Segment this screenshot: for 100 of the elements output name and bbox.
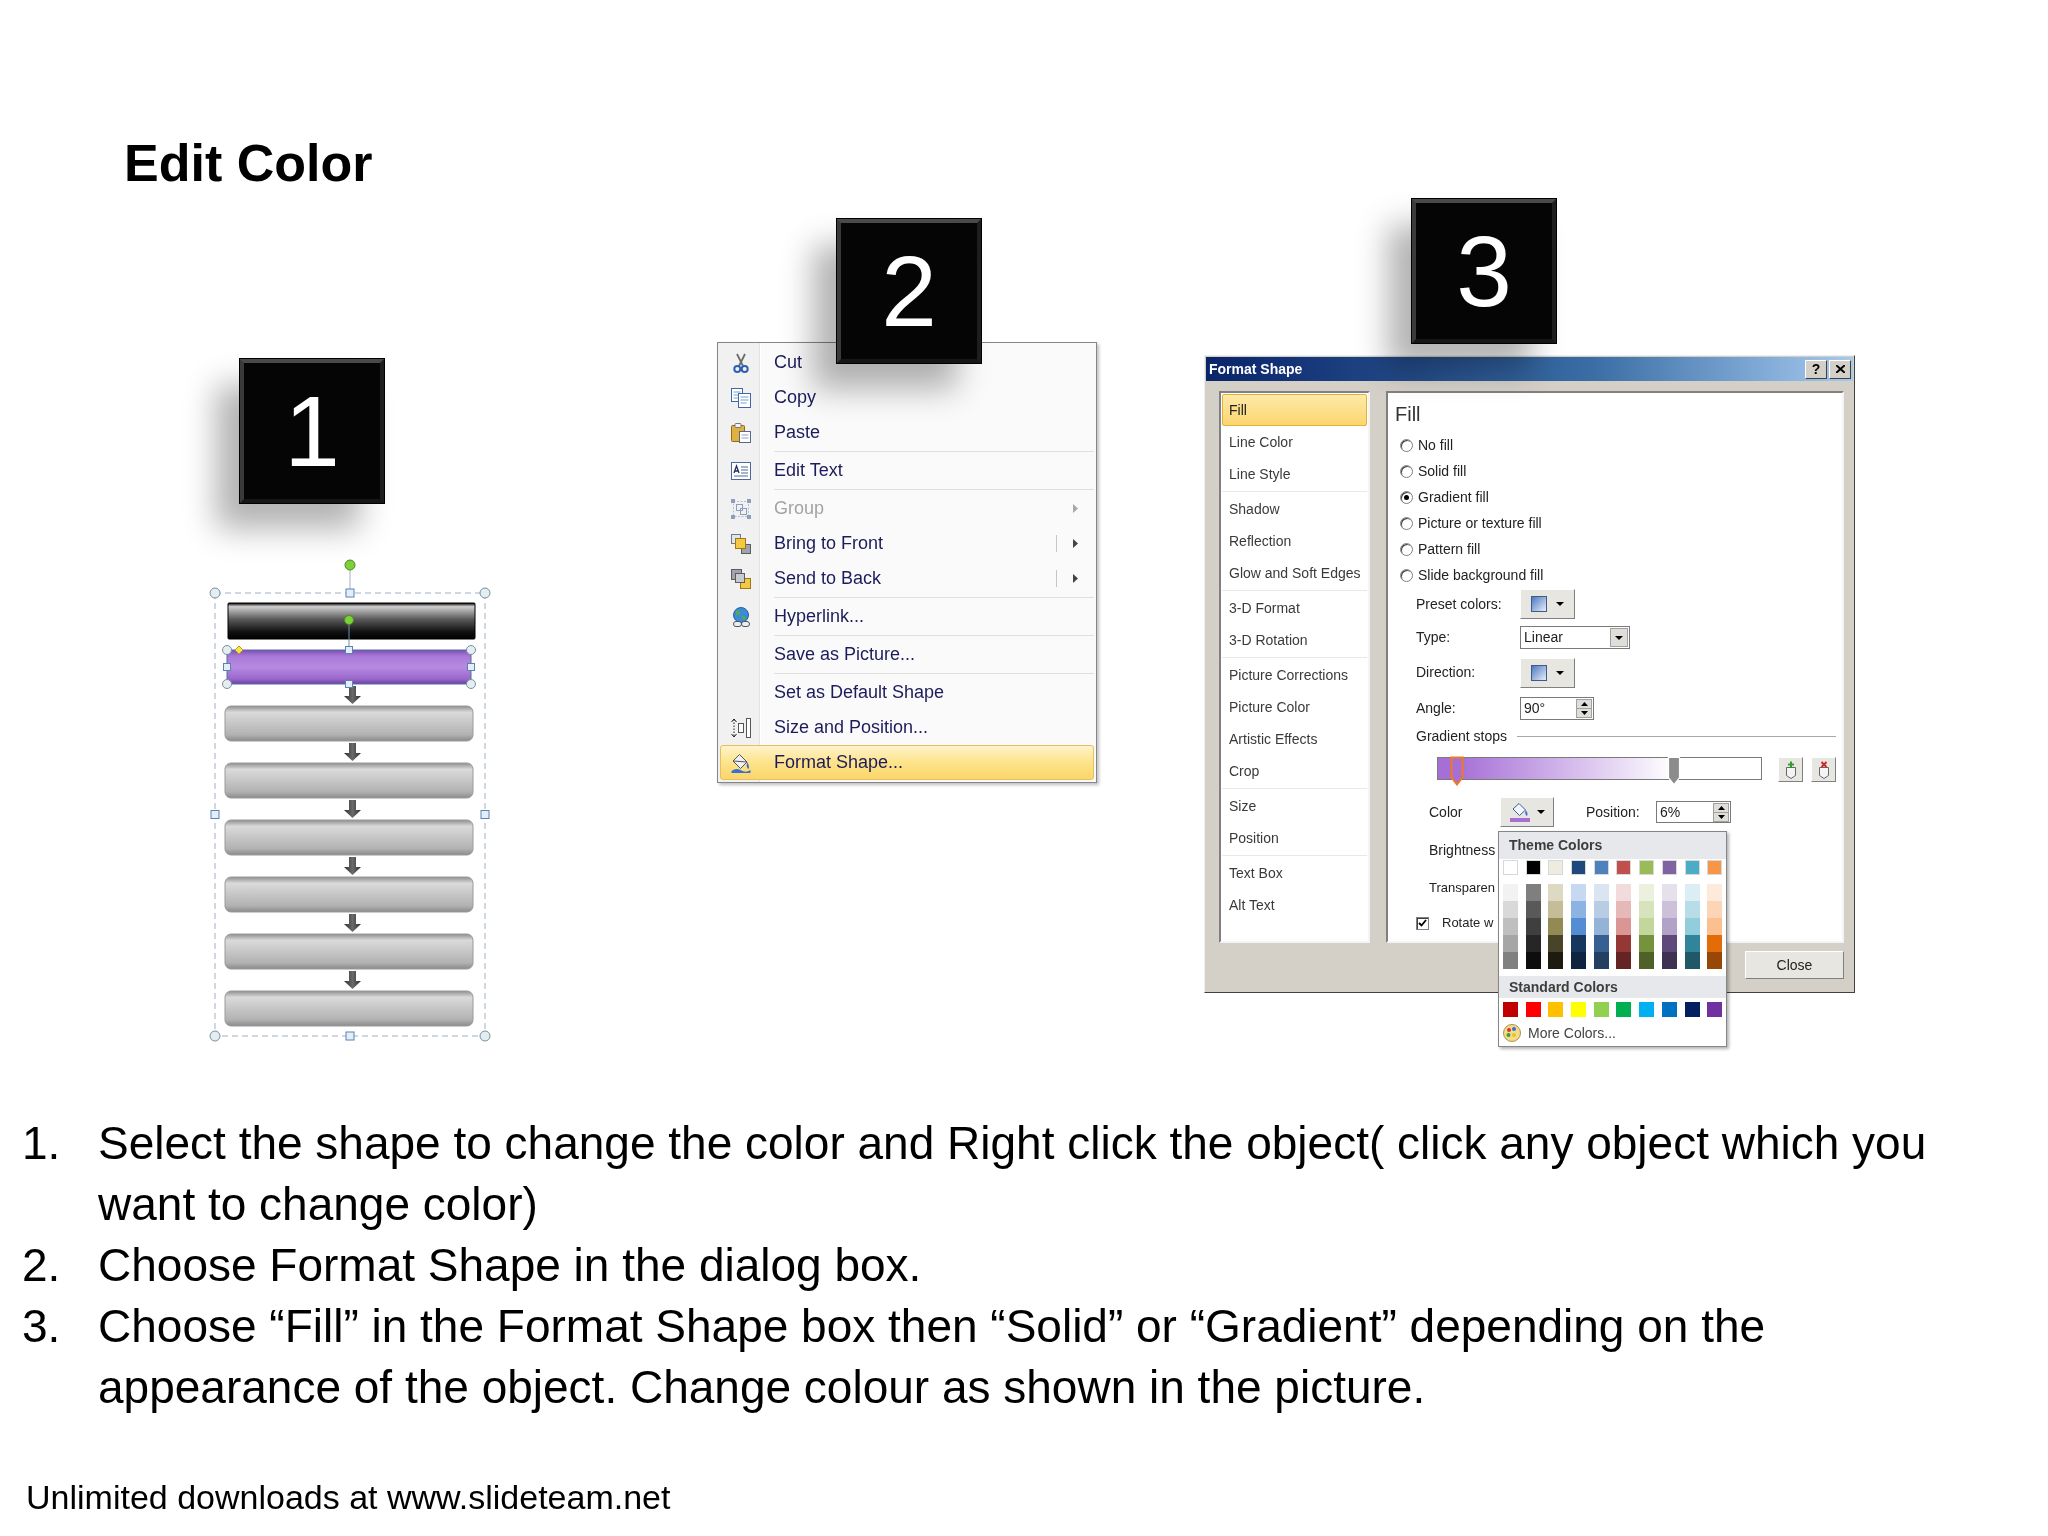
color-swatch[interactable] (1661, 918, 1677, 935)
color-swatch[interactable] (1571, 952, 1587, 969)
category-item[interactable]: Picture Color (1222, 691, 1367, 723)
color-swatch[interactable] (1661, 1002, 1677, 1017)
category-item[interactable]: 3-D Rotation (1222, 624, 1367, 656)
color-swatch[interactable] (1684, 918, 1700, 935)
color-swatch[interactable] (1684, 952, 1700, 969)
gradient-type-select[interactable]: Linear (1520, 626, 1630, 649)
category-item[interactable]: Line Style (1222, 458, 1367, 490)
category-item[interactable]: 3-D Format (1222, 592, 1367, 624)
color-swatch[interactable] (1616, 935, 1632, 952)
color-swatch[interactable] (1707, 952, 1723, 969)
menu-item[interactable]: Format Shape... (720, 745, 1094, 780)
menu-item[interactable]: Edit Text (720, 453, 1094, 488)
help-button[interactable]: ? (1805, 359, 1827, 379)
fill-color-button[interactable] (1500, 797, 1554, 827)
color-swatch[interactable] (1616, 918, 1632, 935)
category-item[interactable]: Text Box (1222, 857, 1367, 889)
color-swatch[interactable] (1593, 952, 1609, 969)
menu-item[interactable]: Paste (720, 415, 1094, 450)
category-item[interactable]: Reflection (1222, 525, 1367, 557)
color-swatch[interactable] (1525, 901, 1541, 918)
color-swatch[interactable] (1571, 901, 1587, 918)
color-swatch[interactable] (1525, 935, 1541, 952)
color-swatch[interactable] (1639, 952, 1655, 969)
radio-button[interactable] (1400, 438, 1413, 452)
color-swatch[interactable] (1707, 918, 1723, 935)
color-swatch[interactable] (1593, 884, 1609, 901)
spinner-arrows-icon[interactable] (1713, 802, 1729, 822)
more-colors-item[interactable]: More Colors... (1499, 1021, 1726, 1045)
color-swatch[interactable] (1503, 884, 1518, 901)
category-item[interactable]: Line Color (1222, 426, 1367, 458)
color-swatch[interactable] (1707, 935, 1723, 952)
close-button[interactable]: Close (1745, 951, 1844, 979)
color-swatch[interactable] (1548, 884, 1564, 901)
color-swatch[interactable] (1571, 918, 1587, 935)
color-swatch[interactable] (1548, 935, 1564, 952)
color-swatch[interactable] (1548, 952, 1564, 969)
menu-item[interactable]: Copy (720, 380, 1094, 415)
color-swatch[interactable] (1639, 935, 1655, 952)
preset-colors-button[interactable] (1520, 589, 1575, 619)
color-swatch[interactable] (1661, 884, 1677, 901)
color-swatch[interactable] (1593, 935, 1609, 952)
color-swatch[interactable] (1571, 1002, 1587, 1017)
color-swatch[interactable] (1616, 952, 1632, 969)
spinner-arrows-icon[interactable] (1576, 698, 1592, 718)
color-swatch[interactable] (1525, 1002, 1541, 1017)
remove-stop-button[interactable] (1811, 757, 1836, 782)
color-swatch[interactable] (1593, 918, 1609, 935)
color-swatch[interactable] (1503, 860, 1518, 875)
color-swatch[interactable] (1707, 884, 1723, 901)
gradient-stop-handle[interactable] (1450, 756, 1465, 786)
radio-button[interactable] (1400, 490, 1413, 504)
color-swatch[interactable] (1639, 1002, 1655, 1017)
window-close-button[interactable] (1829, 359, 1851, 379)
color-swatch[interactable] (1639, 860, 1655, 875)
color-swatch[interactable] (1548, 901, 1564, 918)
color-swatch[interactable] (1639, 918, 1655, 935)
color-swatch[interactable] (1593, 1002, 1609, 1017)
checkbox[interactable] (1416, 916, 1429, 930)
color-swatch[interactable] (1503, 918, 1518, 935)
color-swatch[interactable] (1503, 901, 1518, 918)
color-swatch[interactable] (1525, 918, 1541, 935)
color-swatch[interactable] (1684, 935, 1700, 952)
category-item[interactable]: Size (1222, 790, 1367, 822)
color-swatch[interactable] (1616, 1002, 1632, 1017)
angle-spinner[interactable]: 90° (1520, 696, 1594, 720)
color-swatch[interactable] (1661, 952, 1677, 969)
color-swatch[interactable] (1503, 1002, 1518, 1017)
color-swatch[interactable] (1548, 860, 1564, 875)
color-swatch[interactable] (1639, 901, 1655, 918)
category-item[interactable]: Glow and Soft Edges (1222, 557, 1367, 589)
menu-item[interactable]: Save as Picture... (720, 637, 1094, 672)
color-swatch[interactable] (1616, 901, 1632, 918)
color-swatch[interactable] (1616, 860, 1632, 875)
color-swatch[interactable] (1503, 935, 1518, 952)
color-swatch[interactable] (1525, 952, 1541, 969)
color-swatch[interactable] (1525, 860, 1541, 875)
menu-item[interactable]: Bring to Front (720, 526, 1094, 561)
category-item[interactable]: Position (1222, 822, 1367, 854)
category-item[interactable]: Alt Text (1222, 889, 1367, 921)
color-swatch[interactable] (1639, 884, 1655, 901)
position-spinner[interactable]: 6% (1656, 801, 1731, 823)
color-swatch[interactable] (1684, 884, 1700, 901)
color-swatch[interactable] (1661, 860, 1677, 875)
color-swatch[interactable] (1525, 884, 1541, 901)
color-swatch[interactable] (1661, 935, 1677, 952)
menu-item[interactable]: Send to Back (720, 561, 1094, 596)
color-swatch[interactable] (1684, 901, 1700, 918)
category-item[interactable]: Picture Corrections (1222, 659, 1367, 691)
category-item[interactable]: Shadow (1222, 493, 1367, 525)
category-item[interactable]: Fill (1222, 394, 1367, 426)
category-item[interactable]: Crop (1222, 755, 1367, 787)
color-swatch[interactable] (1571, 884, 1587, 901)
color-swatch[interactable] (1684, 1002, 1700, 1017)
color-swatch[interactable] (1548, 918, 1564, 935)
color-swatch[interactable] (1548, 1002, 1564, 1017)
category-item[interactable]: Artistic Effects (1222, 723, 1367, 755)
direction-button[interactable] (1520, 657, 1575, 688)
color-swatch[interactable] (1707, 860, 1723, 875)
